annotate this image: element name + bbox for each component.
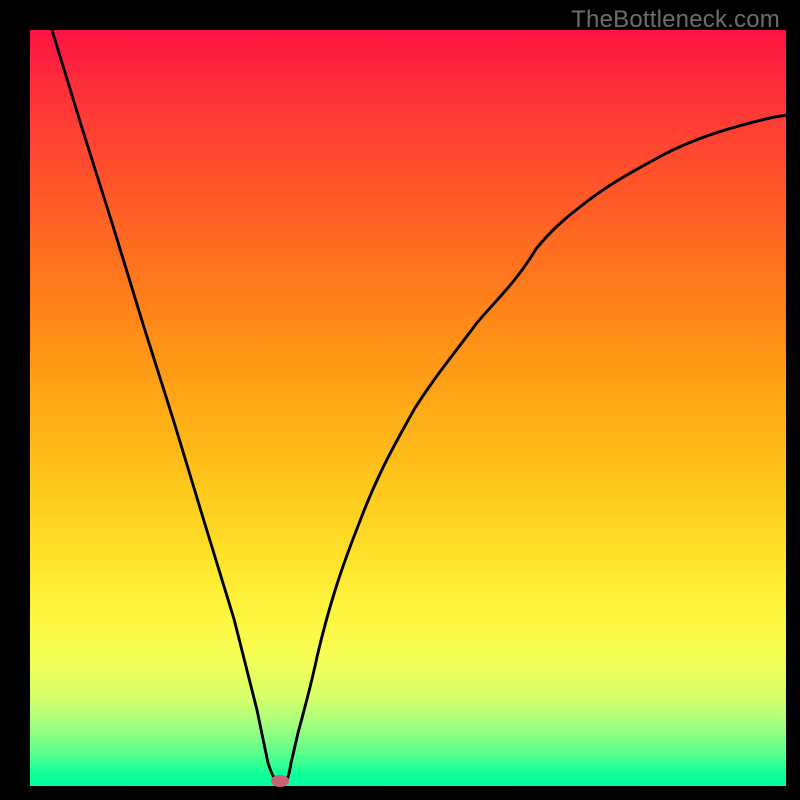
minimum-marker — [271, 775, 289, 787]
watermark-text: TheBottleneck.com — [571, 6, 780, 34]
plot-area — [30, 30, 786, 786]
bottleneck-curve — [30, 30, 786, 786]
curve-path — [52, 30, 788, 786]
